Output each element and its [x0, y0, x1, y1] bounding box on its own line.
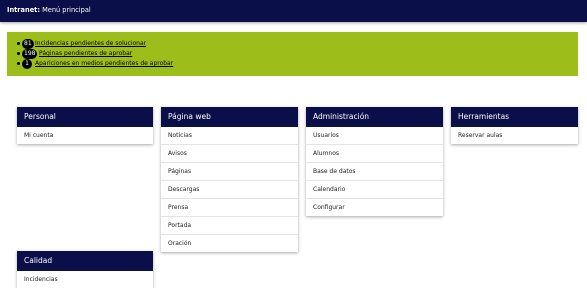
- menu-card-administracion: Administración Usuarios Alumnos Base de …: [306, 107, 443, 216]
- menu-item-avisos[interactable]: Avisos: [161, 145, 298, 163]
- menu-card-title: Personal: [17, 107, 153, 127]
- menu-item-portada[interactable]: Portada: [161, 217, 298, 235]
- menu-item-descargas[interactable]: Descargas: [161, 181, 298, 199]
- top-bar: Intranet: Menú principal: [0, 0, 587, 22]
- alert-paginas: 198 Páginas pendientes de aprobar: [17, 49, 578, 59]
- menu-item-paginas[interactable]: Páginas: [161, 163, 298, 181]
- menu-card-calidad: Calidad Incidencias: [17, 251, 153, 288]
- menu-card-personal: Personal Mi cuenta: [17, 107, 153, 144]
- menu-item-oracion[interactable]: Oración: [161, 235, 298, 252]
- page-title: Intranet: Menú principal: [7, 5, 91, 15]
- menu-item-usuarios[interactable]: Usuarios: [306, 127, 443, 145]
- alert-incidencias: 81 Incidencias pendientes de solucionar: [17, 39, 578, 49]
- alert-count-badge: 81: [22, 39, 34, 49]
- alert-apariciones: 1 Apariciones en medios pendientes de ap…: [17, 59, 578, 69]
- menu-item-noticias[interactable]: Noticias: [161, 127, 298, 145]
- menu-item-base-de-datos[interactable]: Base de datos: [306, 163, 443, 181]
- bullet-icon: [17, 42, 20, 45]
- menu-item-incidencias[interactable]: Incidencias: [17, 271, 153, 288]
- page-name: Menú principal: [42, 6, 91, 14]
- menu-card-title: Herramientas: [451, 107, 578, 127]
- bullet-icon: [17, 62, 20, 65]
- menu-item-alumnos[interactable]: Alumnos: [306, 145, 443, 163]
- menu-card-title: Administración: [306, 107, 443, 127]
- menu-item-reservar-aulas[interactable]: Reservar aulas: [451, 127, 578, 144]
- alert-count-badge: 198: [22, 49, 38, 59]
- alert-link-paginas[interactable]: Páginas pendientes de aprobar: [39, 49, 132, 59]
- menu-card-herramientas: Herramientas Reservar aulas: [451, 107, 578, 144]
- menu-item-mi-cuenta[interactable]: Mi cuenta: [17, 127, 153, 144]
- alert-link-apariciones[interactable]: Apariciones en medios pendientes de apro…: [35, 59, 173, 69]
- bullet-icon: [17, 52, 20, 55]
- pending-alerts-panel: 81 Incidencias pendientes de solucionar …: [7, 32, 578, 76]
- menu-item-configurar[interactable]: Configurar: [306, 199, 443, 216]
- menu-item-prensa[interactable]: Prensa: [161, 199, 298, 217]
- alert-count-badge: 1: [22, 59, 32, 69]
- menu-card-title: Página web: [161, 107, 298, 127]
- app-name: Intranet:: [7, 6, 40, 14]
- menu-card-pagina-web: Página web Noticias Avisos Páginas Desca…: [161, 107, 298, 252]
- menu-card-title: Calidad: [17, 251, 153, 271]
- menu-item-calendario[interactable]: Calendario: [306, 181, 443, 199]
- alert-link-incidencias[interactable]: Incidencias pendientes de solucionar: [35, 39, 146, 49]
